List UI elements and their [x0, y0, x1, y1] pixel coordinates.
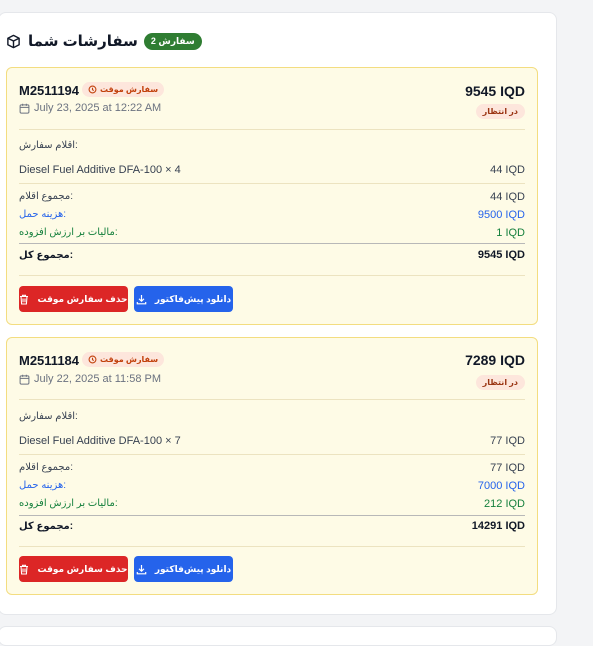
divider — [19, 515, 525, 516]
vat-label: مالیات بر ارزش افزوده: — [19, 498, 118, 509]
order-id: M2511194 — [19, 83, 80, 98]
items-title: اقلام سفارش: — [19, 140, 78, 151]
order-date-text: July 23, 2025 at 12:22 AM — [34, 102, 162, 114]
item-name: Diesel Fuel Additive DFA-100 × 7 — [19, 435, 181, 447]
download-icon — [136, 294, 147, 304]
order-date-text: July 22, 2025 at 11:58 PM — [34, 373, 161, 385]
item-name: Diesel Fuel Additive DFA-100 × 4 — [19, 164, 181, 176]
order-id: M2511184 — [19, 353, 80, 368]
next-panel — [0, 626, 557, 646]
shipping-label: هزینه حمل: — [19, 209, 67, 220]
divider — [19, 454, 525, 455]
trash-icon — [20, 294, 29, 305]
order-date: July 23, 2025 at 12:22 AM — [19, 102, 161, 114]
calendar-icon — [19, 103, 30, 114]
download-button-label: دانلود پیش‌فاکتور — [154, 563, 232, 574]
download-button-label: دانلود پیش‌فاکتور — [154, 293, 232, 304]
delete-button-label: حذف سفارش موقت — [37, 563, 128, 574]
temp-order-badge: سفارش موقت — [82, 82, 165, 97]
grand-total-value: 9545 IQD — [477, 249, 525, 261]
divider — [19, 129, 525, 130]
divider — [19, 243, 525, 244]
divider — [19, 183, 525, 184]
download-icon — [136, 564, 147, 574]
status-badge: در انتظار — [475, 104, 525, 119]
trash-icon — [20, 564, 29, 575]
clock-icon — [88, 85, 97, 94]
shipping-label: هزینه حمل: — [19, 480, 67, 491]
status-badge: در انتظار — [475, 375, 525, 390]
page-title: سفارشات شما — [28, 33, 138, 50]
delete-temp-order-button[interactable]: حذف سفارش موقت — [19, 556, 128, 582]
order-total: 7289 IQD — [465, 352, 525, 368]
vat-value: 212 IQD — [484, 498, 525, 510]
grand-total-label: مجموع کل: — [19, 250, 74, 261]
calendar-icon — [19, 374, 30, 385]
order-total: 9545 IQD — [465, 83, 525, 99]
clock-icon — [88, 355, 97, 364]
order-count-badge: سفارش 2 — [143, 32, 202, 50]
item-price: 77 IQD — [490, 435, 525, 447]
order-date: July 22, 2025 at 11:58 PM — [19, 373, 161, 385]
delete-button-label: حذف سفارش موقت — [37, 293, 128, 304]
divider — [19, 546, 525, 547]
delete-temp-order-button[interactable]: حذف سفارش موقت — [19, 286, 128, 312]
divider — [19, 275, 525, 276]
order-card: M2511184 سفارش موقت July 22, 2025 at 11:… — [6, 337, 538, 595]
shipping-value: 7000 IQD — [477, 480, 525, 492]
shipping-value: 9500 IQD — [477, 209, 525, 221]
vat-label: مالیات بر ارزش افزوده: — [19, 227, 118, 238]
grand-total-value: 14291 IQD — [471, 520, 525, 532]
vat-value: 1 IQD — [496, 227, 525, 239]
items-sum-label: مجموع اقلام: — [19, 462, 74, 473]
items-sum-value: 77 IQD — [490, 462, 525, 474]
items-sum-label: مجموع اقلام: — [19, 191, 74, 202]
divider — [19, 399, 525, 400]
package-icon — [6, 33, 22, 49]
grand-total-label: مجموع کل: — [19, 521, 74, 532]
items-sum-value: 44 IQD — [490, 191, 525, 203]
download-proforma-button[interactable]: دانلود پیش‌فاکتور — [134, 286, 233, 312]
item-price: 44 IQD — [490, 164, 525, 176]
temp-badge-label: سفارش موقت — [100, 85, 159, 94]
temp-badge-label: سفارش موقت — [100, 355, 159, 364]
temp-order-badge: سفارش موقت — [82, 352, 165, 367]
order-card: M2511194 سفارش موقت July 23, 2025 at 12:… — [6, 67, 538, 325]
download-proforma-button[interactable]: دانلود پیش‌فاکتور — [134, 556, 233, 582]
items-title: اقلام سفارش: — [19, 411, 78, 422]
orders-header: سفارشات شما سفارش 2 — [6, 30, 202, 52]
